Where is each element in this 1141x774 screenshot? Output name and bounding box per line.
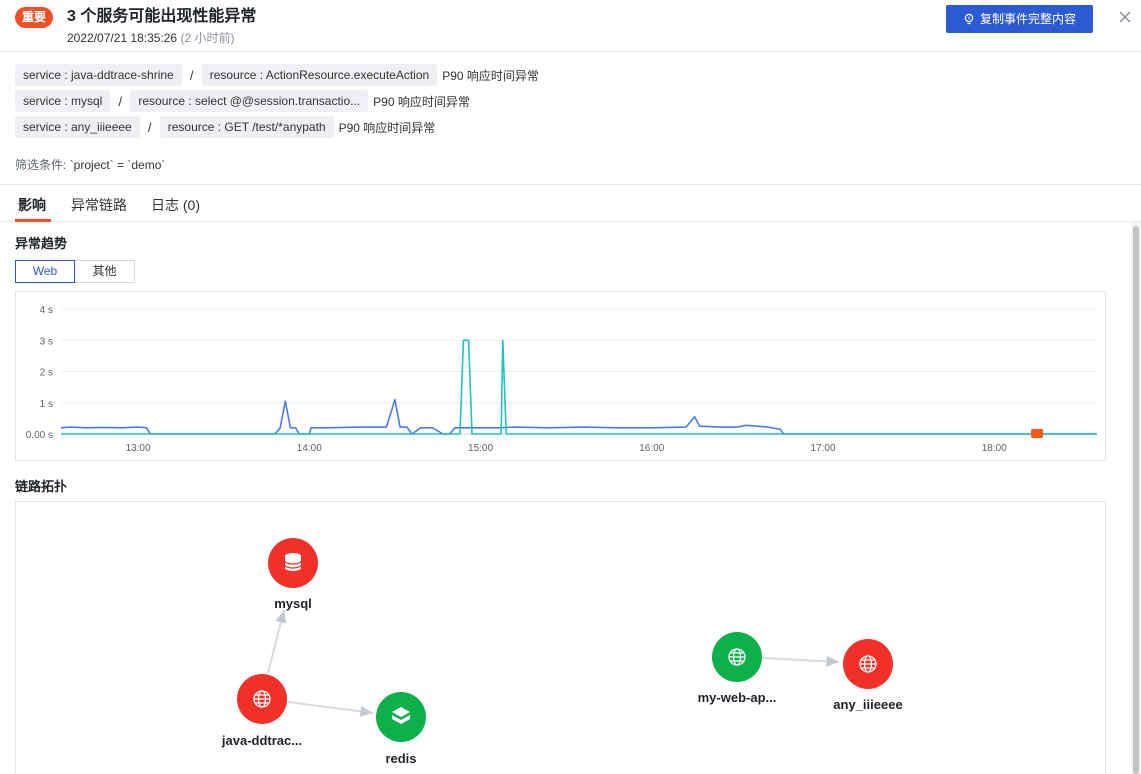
resource-tag[interactable]: resource : GET /test/*anypath bbox=[159, 116, 334, 138]
filter-condition: 筛选条件: `project` = `demo` bbox=[15, 156, 165, 173]
resource-tag[interactable]: resource : ActionResource.executeAction bbox=[201, 64, 438, 86]
x-tick-label: 17:00 bbox=[811, 443, 836, 454]
y-tick-label: 1 s bbox=[40, 399, 53, 410]
y-tick-label: 2 s bbox=[40, 368, 53, 379]
topology-svg: mysql java-ddtrac... redis my-web-ap... … bbox=[221, 538, 903, 766]
x-tick-label: 16:00 bbox=[639, 443, 664, 454]
topology-node[interactable]: any_iiieeee bbox=[833, 639, 903, 712]
topology-node[interactable]: redis bbox=[376, 692, 426, 766]
event-marker bbox=[1031, 429, 1044, 438]
anomaly-desc: P90 响应时间异常 bbox=[373, 94, 470, 109]
tab-bar: 影响 异常链路 日志 (0) bbox=[0, 186, 1141, 222]
database-icon bbox=[284, 553, 302, 571]
tab-anomaly-traces[interactable]: 异常链路 bbox=[71, 195, 127, 215]
edge-java-redis bbox=[287, 701, 374, 717]
series-line bbox=[60, 398, 1097, 435]
divider bbox=[0, 184, 1141, 185]
y-tick-label: 3 s bbox=[40, 336, 53, 347]
series-line bbox=[61, 339, 1097, 435]
separator: / bbox=[147, 119, 152, 135]
topology-graph: mysql java-ddtrac... redis my-web-ap... … bbox=[15, 501, 1106, 774]
active-tab-indicator bbox=[15, 219, 51, 222]
node-label: any_iiieeee bbox=[833, 697, 902, 712]
x-tick-label: 15:00 bbox=[468, 443, 493, 454]
scrollbar-thumb[interactable] bbox=[1133, 226, 1139, 774]
segment-other[interactable]: 其他 bbox=[75, 260, 135, 283]
node-label: my-web-ap... bbox=[698, 690, 777, 705]
y-tick-label: 0.00 s bbox=[26, 430, 53, 441]
filter-label: 筛选条件: bbox=[15, 158, 67, 172]
tab-impact[interactable]: 影响 bbox=[18, 195, 46, 215]
x-tick-label: 14:00 bbox=[297, 443, 322, 454]
topology-node[interactable]: my-web-ap... bbox=[698, 632, 777, 705]
close-icon[interactable] bbox=[1116, 8, 1134, 26]
service-row: service : any_iiieeee / resource : GET /… bbox=[15, 116, 435, 138]
x-tick-label: 13:00 bbox=[126, 443, 151, 454]
event-time: 2022/07/21 18:35:26 (2 小时前) bbox=[67, 30, 234, 46]
segment-web[interactable]: Web bbox=[15, 260, 75, 283]
node-label: redis bbox=[385, 751, 416, 766]
topology-node[interactable]: java-ddtrac... bbox=[221, 674, 302, 748]
anomaly-desc: P90 响应时间异常 bbox=[338, 120, 436, 135]
topology-title: 链路拓扑 bbox=[15, 479, 68, 494]
resource-tag[interactable]: resource : select @@session.transactio..… bbox=[130, 90, 369, 112]
severity-badge: 重要 bbox=[15, 7, 54, 28]
copy-event-label: 复制事件完整内容 bbox=[979, 12, 1076, 26]
event-header: 重要 3 个服务可能出现性能异常 2022/07/21 18:35:26 (2 … bbox=[0, 0, 1141, 52]
y-tick-label: 4 s bbox=[40, 305, 53, 316]
service-tag[interactable]: service : java-ddtrace-shrine bbox=[15, 64, 182, 86]
edge-java-mysql bbox=[267, 609, 287, 674]
scrollbar[interactable] bbox=[1131, 222, 1141, 774]
node-label: java-ddtrac... bbox=[221, 733, 302, 748]
trend-chart-svg: 0.00 s 1 s 2 s 3 s 4 s 13:00 14:00 15:00 16:00 17… bbox=[26, 305, 1097, 454]
copy-event-button[interactable]: 复制事件完整内容 bbox=[946, 5, 1093, 33]
event-timestamp: 2022/07/21 18:35:26 bbox=[67, 31, 178, 45]
node-label: mysql bbox=[274, 596, 312, 611]
service-row: service : java-ddtrace-shrine / resource… bbox=[15, 64, 539, 86]
tab-logs[interactable]: 日志 (0) bbox=[151, 195, 200, 215]
filter-value: `project` = `demo` bbox=[69, 158, 166, 172]
segment-control: Web 其他 bbox=[15, 260, 135, 283]
bulb-icon bbox=[964, 13, 974, 25]
anomaly-desc: P90 响应时间异常 bbox=[442, 68, 539, 83]
trend-chart: 0.00 s 1 s 2 s 3 s 4 s 13:00 14:00 15:00 16:00 17… bbox=[15, 291, 1106, 461]
event-title: 3 个服务可能出现性能异常 bbox=[67, 8, 257, 25]
separator: / bbox=[189, 67, 194, 83]
service-tag[interactable]: service : any_iiieeee bbox=[15, 116, 140, 138]
x-tick-label: 18:00 bbox=[982, 443, 1007, 454]
separator: / bbox=[118, 93, 123, 109]
service-tag[interactable]: service : mysql bbox=[15, 90, 111, 112]
event-relative-time: (2 小时前) bbox=[180, 31, 235, 45]
service-row: service : mysql / resource : select @@se… bbox=[15, 90, 470, 112]
topology-node[interactable]: mysql bbox=[268, 538, 318, 611]
trend-title: 异常趋势 bbox=[15, 236, 68, 251]
edge-web-any bbox=[762, 655, 840, 667]
